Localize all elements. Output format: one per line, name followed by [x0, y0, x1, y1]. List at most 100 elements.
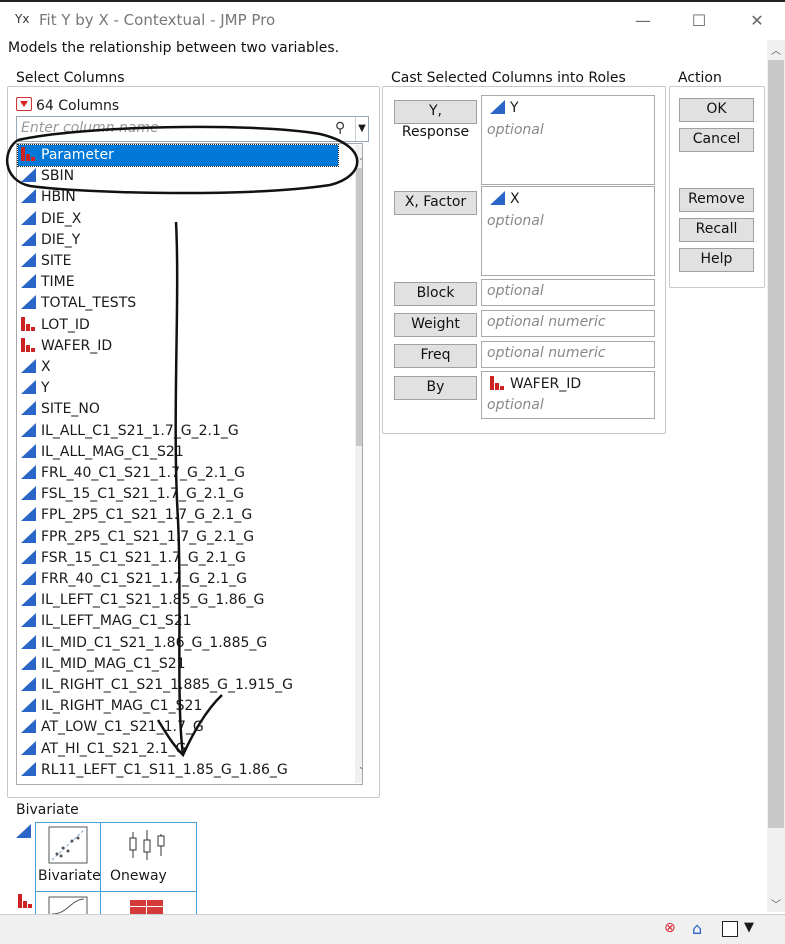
contingency-mosaic-icon[interactable]: [130, 900, 166, 914]
remove-button[interactable]: Remove: [679, 188, 754, 212]
window-title: Fit Y by X - Contextual - JMP Pro: [39, 11, 276, 29]
cancel-button[interactable]: Cancel: [679, 128, 754, 152]
column-search[interactable]: Enter column name ⚲ ▼: [16, 116, 369, 142]
window-list-icon[interactable]: [722, 921, 738, 937]
search-icon[interactable]: ⚲: [335, 120, 345, 136]
x-factor-button[interactable]: X, Factor: [394, 191, 477, 215]
column-list-item[interactable]: IL_MID_C1_S21_1.86_G_1.885_G: [18, 633, 338, 654]
y-response-button[interactable]: Y, Response: [394, 100, 477, 140]
column-list-item[interactable]: IL_LEFT_MAG_C1_S21: [18, 611, 338, 632]
columns-count: 64 Columns: [16, 96, 119, 114]
by-optional-hint: optional: [487, 397, 544, 413]
maximize-button[interactable]: ☐: [676, 6, 722, 36]
red-triangle-menu-icon[interactable]: [16, 97, 32, 111]
continuous-icon: [21, 253, 36, 267]
scroll-down-icon[interactable]: ﹀: [355, 764, 363, 780]
column-list-item[interactable]: FSR_15_C1_S21_1.7_G_2.1_G: [18, 548, 338, 569]
column-list-item[interactable]: SITE: [18, 251, 338, 272]
column-list-item-label: TOTAL_TESTS: [41, 295, 137, 312]
x-factor-box[interactable]: X optional: [481, 186, 655, 276]
panel-scroll-up-icon[interactable]: ︿: [768, 42, 784, 57]
chevron-down-icon[interactable]: ▼: [744, 920, 754, 935]
y-optional-hint: optional: [487, 122, 544, 138]
column-list-item-label: FPR_2P5_C1_S21_1.7_G_2.1_G: [41, 528, 255, 545]
column-list-item[interactable]: RL11_LEFT_C1_S11_1.85_G_1.86_G: [18, 760, 338, 781]
column-list-item[interactable]: FSL_15_C1_S21_1.7_G_2.1_G: [18, 484, 338, 505]
column-list-item-label: LOT_ID: [41, 316, 90, 333]
error-icon[interactable]: ⊗: [664, 920, 676, 936]
column-list-item[interactable]: WAFER_ID: [18, 336, 338, 357]
continuous-icon: [21, 761, 36, 776]
by-box[interactable]: WAFER_ID optional: [481, 371, 655, 419]
recall-button[interactable]: Recall: [679, 218, 754, 242]
by-role-value: WAFER_ID: [510, 376, 582, 392]
column-list-item[interactable]: AT_LOW_C1_S21_1.7_G: [18, 717, 338, 738]
column-list-item[interactable]: SITE_NO: [18, 399, 338, 420]
scatter-plot-icon[interactable]: [48, 826, 90, 866]
continuous-icon: [21, 380, 36, 395]
column-list-item[interactable]: HBIN: [18, 187, 338, 208]
column-list-item[interactable]: DIE_X: [18, 209, 338, 230]
column-list-item-label: FRL_40_C1_S21_1.7_G_2.1_G: [41, 465, 246, 481]
column-list-item-label: FSL_15_C1_S21_1.7_G_2.1_G: [41, 486, 244, 503]
weight-box[interactable]: optional numeric: [481, 310, 655, 337]
panel-scrollbar-thumb[interactable]: [768, 60, 784, 828]
close-button[interactable]: ✕: [734, 6, 780, 36]
continuous-icon: [16, 824, 31, 838]
bivariate-thumb-label: Bivariate: [38, 868, 101, 884]
nominal-icon: [21, 337, 36, 352]
column-list-item[interactable]: IL_ALL_C1_S21_1.7_G_2.1_G: [18, 421, 338, 442]
continuous-icon: [21, 740, 36, 755]
column-list-item[interactable]: IL_LEFT_C1_S21_1.85_G_1.86_G: [18, 590, 338, 611]
oneway-thumb-label: Oneway: [110, 868, 167, 884]
continuous-icon: [21, 634, 36, 649]
by-button[interactable]: By: [394, 376, 477, 400]
list-scrollbar-thumb[interactable]: [356, 168, 362, 446]
block-placeholder: optional: [487, 283, 544, 299]
column-list-item[interactable]: DIE_Y: [18, 230, 338, 251]
weight-button[interactable]: Weight: [394, 313, 477, 337]
ok-button[interactable]: OK: [679, 98, 754, 122]
box-plot-icon[interactable]: [127, 826, 169, 866]
freq-button[interactable]: Freq: [394, 344, 477, 368]
search-input[interactable]: Enter column name: [21, 120, 159, 136]
block-box[interactable]: optional: [481, 279, 655, 306]
scroll-up-icon[interactable]: ︿: [355, 147, 363, 163]
block-button[interactable]: Block: [394, 282, 477, 306]
column-list-item[interactable]: X: [18, 357, 338, 378]
column-list-item[interactable]: TIME: [18, 272, 338, 293]
column-list-item[interactable]: Y: [18, 378, 338, 399]
nominal-icon: [18, 894, 33, 908]
column-list-item-label: IL_RIGHT_MAG_C1_S21: [41, 698, 203, 715]
continuous-icon: [21, 719, 36, 734]
column-list-item[interactable]: Parameter: [17, 144, 339, 167]
column-list-item-label: IL_MID_C1_S21_1.86_G_1.885_G: [41, 634, 268, 651]
continuous-icon: [21, 401, 36, 416]
y-response-box[interactable]: Y optional: [481, 95, 655, 185]
column-list-item[interactable]: TOTAL_TESTS: [18, 293, 338, 314]
column-list[interactable]: RL11_LEFT_C1_S11_1.85_G_1.86_G AT_HI_C1_S…: [16, 143, 363, 785]
column-list-item[interactable]: IL_RIGHT_C1_S21_1.885_G_1.915_G: [18, 675, 338, 696]
logistic-curve-icon[interactable]: [48, 896, 90, 914]
column-list-item-label: FSR_15_C1_S21_1.7_G_2.1_G: [41, 549, 246, 566]
column-list-item[interactable]: IL_MID_MAG_C1_S21: [18, 654, 338, 675]
column-list-item[interactable]: IL_RIGHT_MAG_C1_S21: [18, 696, 338, 717]
home-icon[interactable]: ⌂: [692, 919, 702, 938]
continuous-icon: [21, 549, 36, 564]
column-list-item[interactable]: FRL_40_C1_S21_1.7_G_2.1_G: [18, 463, 338, 484]
column-list-item[interactable]: SBIN: [18, 166, 338, 187]
column-list-item-label: AT_HI_C1_S21_2.1_G: [41, 740, 187, 757]
column-list-item[interactable]: FRR_40_C1_S21_1.7_G_2.1_G: [18, 569, 338, 590]
freq-box[interactable]: optional numeric: [481, 341, 655, 368]
minimize-button[interactable]: —: [620, 6, 666, 36]
column-list-item[interactable]: IL_ALL_MAG_C1_S21: [18, 442, 338, 463]
column-list-item[interactable]: AT_HI_C1_S21_2.1_G: [18, 739, 338, 760]
column-list-item-label: TIME: [41, 274, 75, 291]
chevron-down-icon[interactable]: ▼: [355, 117, 368, 141]
column-list-item[interactable]: FPR_2P5_C1_S21_1.7_G_2.1_G: [18, 527, 338, 548]
column-list-item-label: IL_MID_MAG_C1_S21: [41, 655, 186, 672]
column-list-item[interactable]: LOT_ID: [18, 315, 338, 336]
help-button[interactable]: Help: [679, 248, 754, 272]
column-list-item[interactable]: FPL_2P5_C1_S21_1.7_G_2.1_G: [18, 505, 338, 526]
panel-scroll-down-icon[interactable]: ﹀: [768, 896, 784, 911]
